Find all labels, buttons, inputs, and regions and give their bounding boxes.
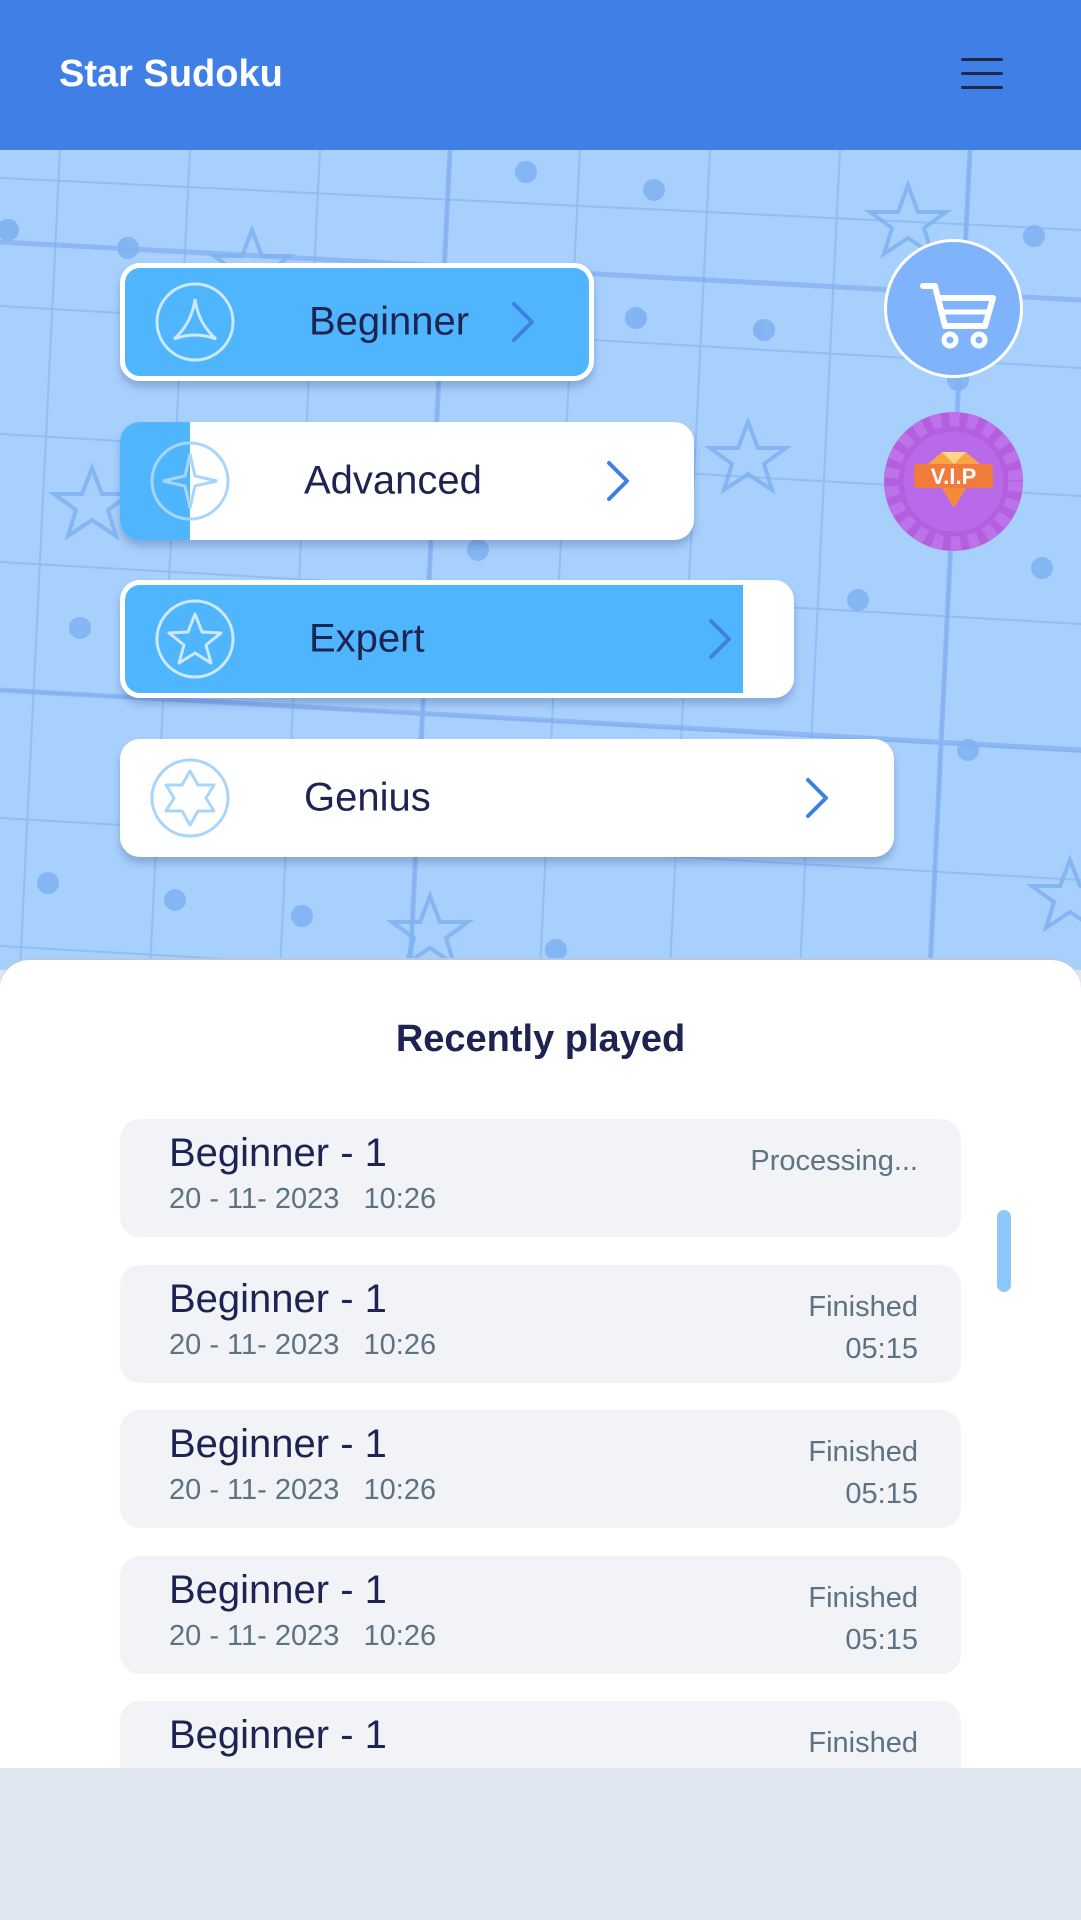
list-item[interactable]: Beginner - 1 20 - 11- 2023 10:26 Finishe… xyxy=(120,1410,961,1528)
game-status: Finished xyxy=(808,1291,918,1323)
level-label: Advanced xyxy=(304,458,482,503)
app-header: Star Sudoku xyxy=(0,0,1081,150)
game-datetime: 20 - 11- 2023 10:26 xyxy=(169,1474,436,1507)
recently-played-panel: Recently played Beginner - 1 20 - 11- 20… xyxy=(0,958,1081,1768)
chevron-right-icon xyxy=(806,778,828,818)
level-label: Beginner xyxy=(309,299,470,344)
game-duration: 05:15 xyxy=(845,1333,918,1365)
vip-diamond-icon: V.I.P xyxy=(884,412,1023,551)
game-datetime: 20 - 11- 2023 10:26 xyxy=(169,1183,436,1216)
triangle-star-icon xyxy=(155,282,235,362)
game-status: Finished xyxy=(808,1582,918,1614)
game-time: 10:26 xyxy=(363,1474,437,1506)
list-item[interactable]: Beginner - 1 20 - 11- 2023 10:26 Process… xyxy=(120,1119,961,1237)
game-status: Processing... xyxy=(750,1145,918,1177)
game-date: 20 - 11- 2023 xyxy=(169,1474,340,1506)
chevron-right-icon xyxy=(512,302,534,342)
app-title: Star Sudoku xyxy=(59,53,283,95)
four-point-star-icon xyxy=(150,441,230,521)
game-time: 10:26 xyxy=(363,1620,437,1652)
game-name: Beginner - 1 xyxy=(169,1277,387,1321)
six-point-star-icon xyxy=(150,758,230,838)
game-duration: 05:15 xyxy=(845,1624,918,1656)
level-label: Genius xyxy=(304,775,431,820)
five-point-star-icon xyxy=(155,599,235,679)
game-date: 20 - 11- 2023 xyxy=(169,1620,340,1652)
vip-button[interactable]: V.I.P xyxy=(884,412,1023,551)
chevron-right-icon xyxy=(709,619,731,659)
level-button-advanced[interactable]: Advanced xyxy=(120,422,694,540)
game-datetime: 20 - 11- 2023 10:26 xyxy=(169,1329,436,1362)
game-date: 20 - 11- 2023 xyxy=(169,1329,340,1361)
shop-cart-button[interactable] xyxy=(884,239,1023,378)
game-date: 20 - 11- 2023 xyxy=(169,1183,340,1215)
recently-played-title: Recently played xyxy=(395,1018,686,1060)
shopping-cart-icon xyxy=(920,283,996,349)
game-time: 10:26 xyxy=(363,1183,437,1215)
vip-label: V.I.P xyxy=(931,464,977,489)
game-duration: 05:15 xyxy=(845,1478,918,1510)
game-status: Finished xyxy=(808,1727,918,1759)
game-time: 10:26 xyxy=(363,1329,437,1361)
bottom-area xyxy=(0,1768,1081,1920)
level-button-beginner[interactable]: Beginner xyxy=(120,263,594,381)
chevron-right-icon xyxy=(607,461,629,501)
level-button-expert[interactable]: Expert xyxy=(120,580,794,698)
level-label: Expert xyxy=(309,616,425,661)
list-item[interactable]: Beginner - 1 20 - 11- 2023 10:26 Finishe… xyxy=(120,1556,961,1674)
level-button-genius[interactable]: Genius xyxy=(120,739,894,857)
game-name: Beginner - 1 xyxy=(169,1568,387,1612)
game-status: Finished xyxy=(808,1436,918,1468)
game-name: Beginner - 1 xyxy=(169,1131,387,1175)
list-item[interactable]: Beginner - 1 20 - 11- 2023 10:26 Finishe… xyxy=(120,1265,961,1383)
hamburger-menu-icon[interactable] xyxy=(955,50,1011,98)
game-datetime: 20 - 11- 2023 10:26 xyxy=(169,1620,436,1653)
scrollbar-thumb[interactable] xyxy=(997,1210,1011,1292)
game-name: Beginner - 1 xyxy=(169,1713,387,1757)
game-name: Beginner - 1 xyxy=(169,1422,387,1466)
list-item[interactable]: Beginner - 1 Finished xyxy=(120,1701,961,1768)
